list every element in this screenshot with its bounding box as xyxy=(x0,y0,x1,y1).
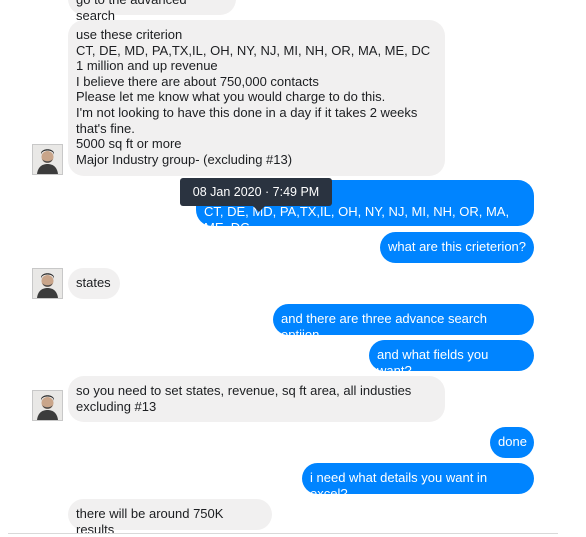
message-incoming[interactable]: there will be around 750K results xyxy=(68,499,272,537)
contact-avatar-icon xyxy=(33,145,62,174)
message-incoming[interactable]: so you need to set states, revenue, sq f… xyxy=(68,376,445,422)
avatar[interactable] xyxy=(32,144,63,175)
contact-avatar-icon xyxy=(33,391,62,420)
message-outgoing[interactable]: i need what details you want in excel? xyxy=(302,463,534,501)
message-text: i need what details you want in excel? xyxy=(310,470,488,501)
message-incoming[interactable]: states xyxy=(68,268,120,299)
message-text-line: 1 million and up revenue xyxy=(76,58,218,74)
message-text-line: I believe there are about 750,000 contac… xyxy=(76,73,319,89)
message-text-line: so you need to set states, revenue, sq f… xyxy=(76,383,412,398)
tooltip-arrow xyxy=(253,206,265,212)
message-text: states xyxy=(76,275,111,290)
message-text-line: excluding #13 xyxy=(76,398,157,414)
message-text: done xyxy=(498,434,527,449)
timestamp-text: 08 Jan 2020 · 7:49 PM xyxy=(192,185,320,199)
message-text-line: use these criterion xyxy=(76,27,183,42)
message-text-line: Please let me know what you would charge… xyxy=(76,89,386,105)
timestamp-tooltip: 08 Jan 2020 · 7:49 PM xyxy=(180,178,332,212)
message-text: there will be around 750K results xyxy=(76,506,224,537)
message-text-line: that's fine. xyxy=(76,120,135,136)
message-incoming[interactable]: go to the advanced search xyxy=(68,0,236,23)
message-text-line: Major Industry group- (excluding #13) xyxy=(76,151,293,167)
message-text-line: I'm not looking to have this done in a d… xyxy=(76,104,418,120)
message-text: CT, DE, MD, PA,TX,IL, OH, NY, NJ, MI, NH… xyxy=(204,204,510,235)
message-text: and what fields you want? xyxy=(377,347,489,378)
message-text-line: CT, DE, MD, PA,TX,IL, OH, NY, NJ, MI, NH… xyxy=(76,42,431,58)
message-outgoing[interactable]: and what fields you want? xyxy=(369,340,534,378)
avatar[interactable] xyxy=(32,390,63,421)
contact-avatar-icon xyxy=(33,269,62,298)
avatar[interactable] xyxy=(32,268,63,299)
message-outgoing[interactable]: done xyxy=(490,427,534,458)
message-outgoing[interactable]: and there are three advance search optii… xyxy=(273,304,534,342)
message-outgoing[interactable]: what are this crieterion? xyxy=(380,232,534,263)
message-text-line: 5000 sq ft or more xyxy=(76,136,182,152)
message-text: what are this crieterion? xyxy=(388,239,527,254)
message-incoming[interactable]: use these criterion CT, DE, MD, PA,TX,IL… xyxy=(68,20,445,176)
message-text: and there are three advance search optii… xyxy=(281,311,487,342)
